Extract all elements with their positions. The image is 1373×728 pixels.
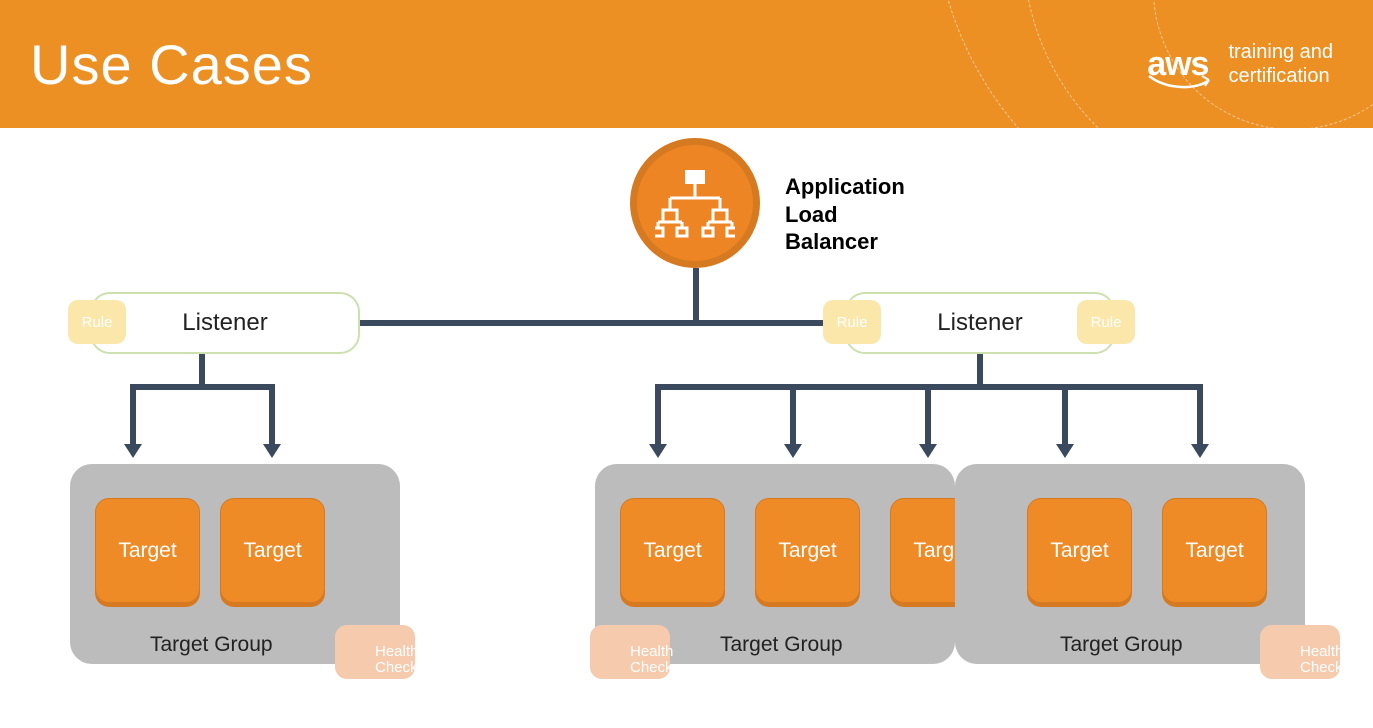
- arrow-down-icon: [919, 444, 937, 458]
- target-label: Target: [243, 539, 301, 563]
- target-group-label: Target Group: [720, 633, 843, 657]
- target-node: Target: [1162, 498, 1267, 603]
- architecture-diagram: Application Load Balancer Listener Rule …: [0, 128, 1373, 728]
- rule-badge: Rule: [68, 300, 126, 344]
- alb-label-line2: Load Balancer: [785, 201, 878, 256]
- rule-badge: Rule: [1077, 300, 1135, 344]
- connector-line: [655, 384, 661, 446]
- target-label: Target: [1050, 539, 1108, 563]
- health-check-badge: HealthCheck: [590, 625, 670, 679]
- target-node: Target: [620, 498, 725, 603]
- listener-label: Listener: [182, 309, 267, 337]
- page-title: Use Cases: [30, 32, 313, 97]
- arrow-down-icon: [1056, 444, 1074, 458]
- connector-line: [925, 384, 931, 446]
- listener-box-1: Listener: [90, 292, 360, 354]
- load-balancer-icon: [655, 168, 735, 238]
- target-node: Target: [755, 498, 860, 603]
- target-group-label: Target Group: [1060, 633, 1183, 657]
- header-subtext-line2: certification: [1228, 65, 1329, 87]
- rule-label: Rule: [837, 314, 868, 331]
- listener-label: Listener: [937, 309, 1022, 337]
- target-node: Target: [220, 498, 325, 603]
- connector-line: [269, 384, 275, 446]
- rule-label: Rule: [1091, 314, 1122, 331]
- header-subtext-line1: training and: [1228, 41, 1333, 63]
- arrow-down-icon: [124, 444, 142, 458]
- target-node: Target: [1027, 498, 1132, 603]
- target-label: Target: [778, 539, 836, 563]
- health-check-badge: HealthCheck: [1260, 625, 1340, 679]
- target-label: Target: [643, 539, 701, 563]
- connector-line: [130, 384, 136, 446]
- connector-line: [130, 384, 275, 390]
- arrow-down-icon: [263, 444, 281, 458]
- health-check-badge: HealthCheck: [335, 625, 415, 679]
- alb-node: [630, 138, 760, 268]
- connector-line: [357, 320, 848, 326]
- aws-logo: aws: [1147, 45, 1208, 84]
- target-label: Target: [118, 539, 176, 563]
- connector-line: [1197, 384, 1203, 446]
- target-node: Target: [95, 498, 200, 603]
- connector-line: [790, 384, 796, 446]
- listener-box-2: Listener: [845, 292, 1115, 354]
- target-group-label: Target Group: [150, 633, 273, 657]
- connector-line: [1062, 384, 1068, 446]
- target-label: Target: [1185, 539, 1243, 563]
- aws-swoosh-icon: [1147, 74, 1217, 92]
- slide-header: Use Cases aws training and certification: [0, 0, 1373, 128]
- header-subtext: training and certification: [1228, 40, 1333, 88]
- arrow-down-icon: [784, 444, 802, 458]
- header-logo-block: aws training and certification: [1147, 40, 1333, 88]
- connector-line: [977, 354, 983, 384]
- arrow-down-icon: [1191, 444, 1209, 458]
- rule-label: Rule: [82, 314, 113, 331]
- arrow-down-icon: [649, 444, 667, 458]
- connector-line: [199, 354, 205, 384]
- alb-label-line1: Application: [785, 173, 905, 201]
- connector-line: [693, 268, 699, 323]
- rule-badge: Rule: [823, 300, 881, 344]
